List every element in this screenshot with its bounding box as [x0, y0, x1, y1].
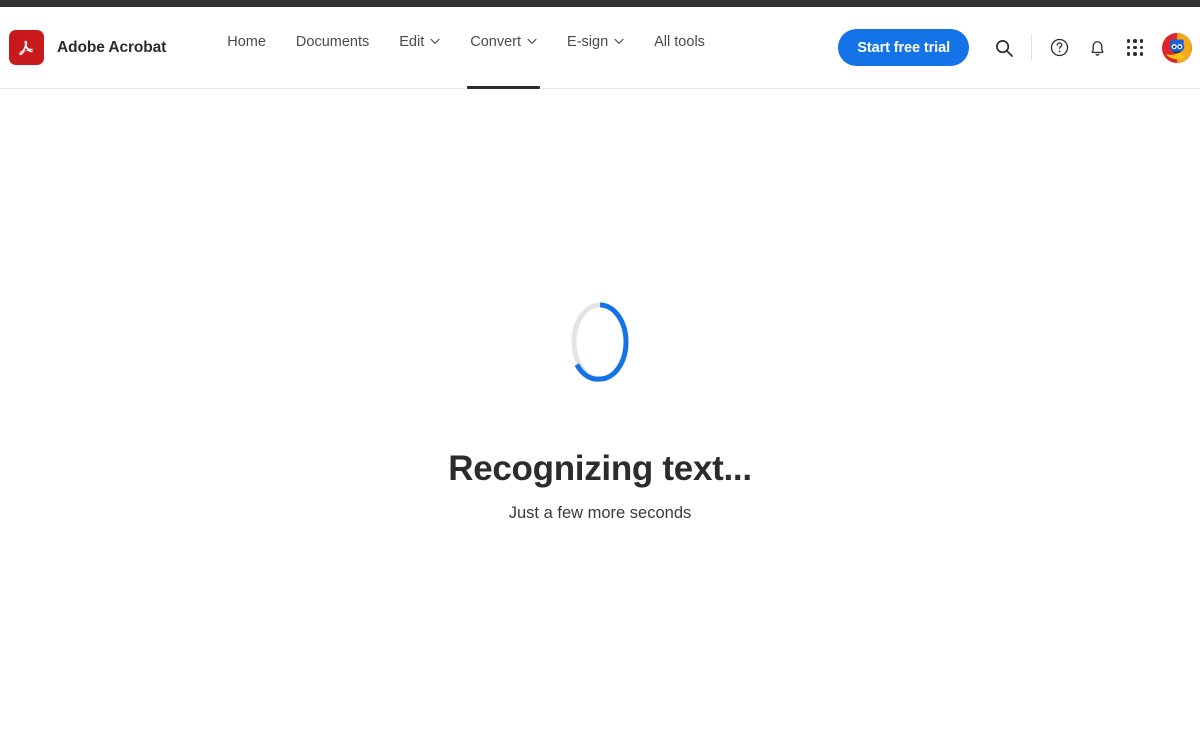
app-header: Adobe Acrobat Home Documents Edit Conver… [0, 7, 1200, 89]
nav-item-label: E-sign [567, 34, 608, 50]
brand[interactable]: Adobe Acrobat [9, 30, 166, 65]
bell-icon[interactable] [1078, 29, 1116, 67]
nav-item-edit[interactable]: Edit [384, 7, 455, 89]
search-icon[interactable] [985, 29, 1023, 67]
nav-item-label: Convert [470, 34, 521, 50]
app-grid-dots [1127, 39, 1144, 56]
loading-subtitle: Just a few more seconds [509, 504, 692, 523]
main-content: Recognizing text... Just a few more seco… [0, 90, 1200, 750]
loading-state: Recognizing text... Just a few more seco… [0, 300, 1200, 523]
nav-item-documents[interactable]: Documents [281, 7, 384, 89]
nav-item-label: Edit [399, 34, 424, 50]
main-nav: Home Documents Edit Convert E-sign All t… [212, 7, 720, 89]
nav-item-convert[interactable]: Convert [455, 7, 552, 89]
header-divider [1031, 34, 1032, 61]
loading-title: Recognizing text... [448, 451, 752, 486]
header-actions: Start free trial [838, 7, 1200, 89]
brand-name: Adobe Acrobat [57, 39, 166, 57]
chevron-down-icon [614, 38, 624, 45]
app-grid-icon[interactable] [1116, 29, 1154, 67]
adobe-acrobat-logo-icon [9, 30, 44, 65]
chevron-down-icon [527, 38, 537, 45]
nav-item-e-sign[interactable]: E-sign [552, 7, 639, 89]
nav-item-home[interactable]: Home [212, 7, 281, 89]
loading-spinner-icon [569, 300, 631, 384]
chevron-down-icon [430, 38, 440, 45]
start-free-trial-button[interactable]: Start free trial [838, 29, 969, 66]
help-circle-icon[interactable] [1040, 29, 1078, 67]
nav-item-label: Documents [296, 34, 369, 50]
nav-item-label: Home [227, 34, 266, 50]
nav-item-label: All tools [654, 34, 705, 50]
user-avatar[interactable] [1162, 33, 1192, 63]
nav-item-all-tools[interactable]: All tools [639, 7, 720, 89]
